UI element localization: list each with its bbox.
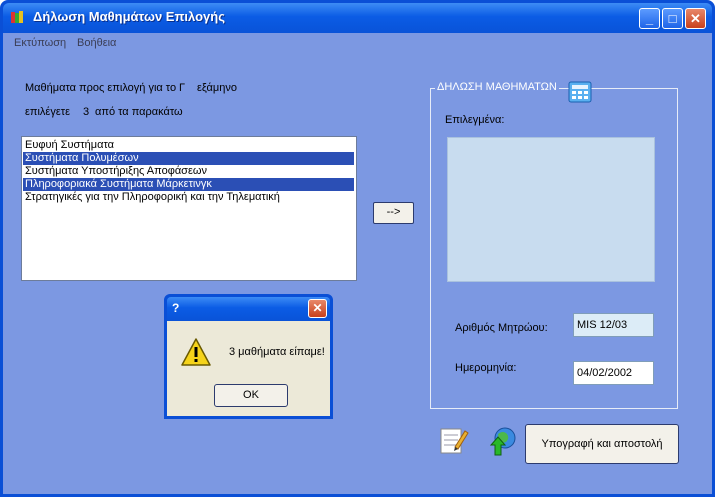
course-item[interactable]: Πληροφοριακά Συστήματα Μάρκετινγκ [23,178,354,191]
intro-line1-suffix: εξάμηνο [197,82,237,94]
intro-line2-suffix: από τα παρακάτω [95,106,183,118]
ok-button[interactable]: OK [214,384,288,407]
notepad-pencil-icon[interactable] [435,425,469,457]
calculator-icon [565,79,595,105]
selected-label: Επιλεγμένα: [445,114,505,126]
course-item[interactable]: Ευφυή Συστήματα [23,139,354,152]
course-item[interactable]: Στρατηγικές για την Πληροφορική και την … [23,191,354,204]
close-button[interactable]: ✕ [685,8,706,29]
menu-help[interactable]: Βοήθεια [77,37,116,49]
dialog-body: 3 μαθήματα είπαμε! OK [167,321,330,416]
intro-line2-prefix: επιλέγετε [25,106,70,118]
intro-line1-prefix: Μαθήματα προς επιλογή για το [25,82,177,94]
add-course-button[interactable]: --> [373,202,414,224]
dialog-title-bar[interactable]: ? ✕ [167,297,330,321]
date-label: Ημερομηνία: [455,362,517,374]
dialog-message: 3 μαθήματα είπαμε! [229,346,325,358]
declaration-group-title: ΔΗΛΩΣΗ ΜΑΘΗΜΑΤΩΝ [435,81,559,93]
intro-count: 3 [83,106,90,118]
maximize-button[interactable]: □ [662,8,683,29]
menu-print[interactable]: Εκτύπωση [14,37,66,49]
registry-field[interactable]: MIS 12/03 [573,313,654,337]
courses-listbox[interactable]: Ευφυή Συστήματα Συστήματα Πολυμέσων Συστ… [21,136,357,281]
selected-courses-list[interactable] [447,137,655,282]
message-dialog: ? ✕ 3 μαθήματα είπαμε! OK [164,294,333,419]
course-item[interactable]: Συστήματα Υποστήριξης Αποφάσεων [23,165,354,178]
registry-label: Αριθμός Μητρώου: [455,322,548,334]
title-bar[interactable]: Δήλωση Μαθημάτων Επιλογής _ □ ✕ [3,3,712,33]
warning-icon [180,337,212,367]
books-icon [10,10,25,24]
main-window: Δήλωση Μαθημάτων Επιλογής _ □ ✕ Εκτύπωση… [0,0,715,497]
globe-arrow-icon[interactable] [485,425,519,457]
dialog-title: ? [172,301,180,315]
minimize-button[interactable]: _ [639,8,660,29]
client-area: Εκτύπωση Βοήθεια Μαθήματα προς επιλογή γ… [3,33,712,494]
dialog-close-button[interactable]: ✕ [308,299,327,318]
course-item[interactable]: Συστήματα Πολυμέσων [23,152,354,165]
sign-and-send-button[interactable]: Υπογραφή και αποστολή [525,424,679,464]
window-title: Δήλωση Μαθημάτων Επιλογής [33,9,225,24]
intro-semester: Γ [179,82,186,94]
date-field[interactable]: 04/02/2002 [573,361,654,385]
menu-bar: Εκτύπωση Βοήθεια [3,33,712,53]
